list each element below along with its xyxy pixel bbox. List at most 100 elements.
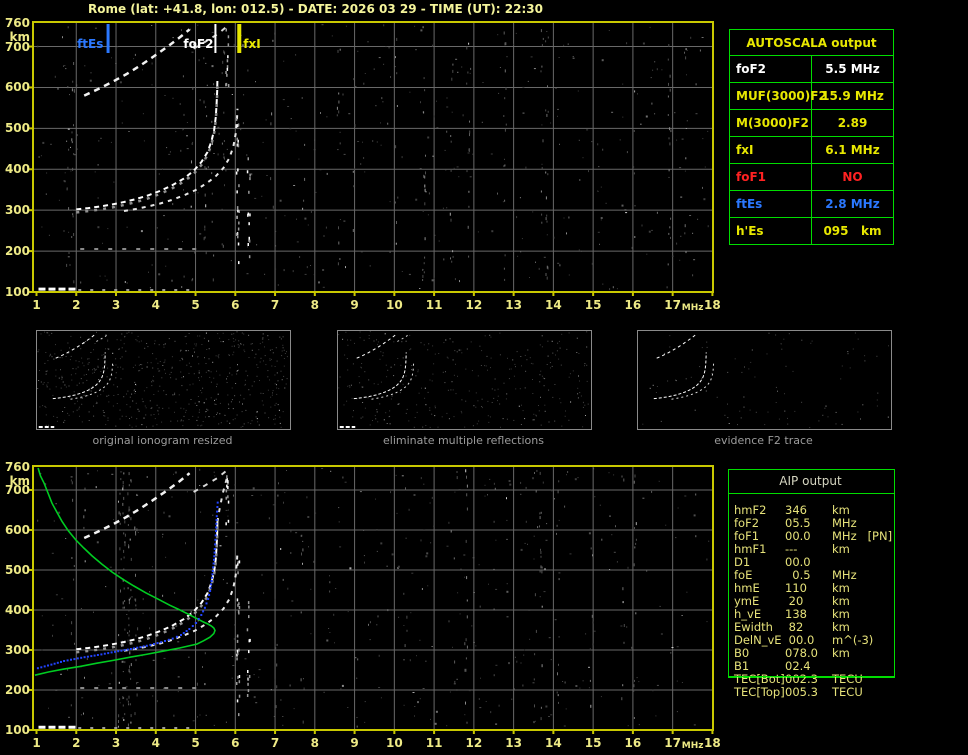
top-x-tick-12: 12 xyxy=(465,298,483,312)
thumbnail-caption-3: evidence F2 trace xyxy=(714,434,813,447)
top-x-tick-4: 4 xyxy=(151,298,160,312)
autoscala-param-label: ftEs xyxy=(730,191,812,217)
aip-param-unit: TECU xyxy=(832,672,863,686)
aip-param-label: D1 xyxy=(734,555,751,569)
autoscala-row-ftEs: ftEs 2.8 MHz xyxy=(730,191,893,218)
top-y-tick-200: 200 xyxy=(4,244,30,259)
aip-param-value: 346 xyxy=(785,503,807,517)
top-y-tick-760: 760 xyxy=(4,16,30,30)
bottom-x-tick-11: 11 xyxy=(425,736,443,750)
bottom-x-tick-16: 16 xyxy=(624,736,642,750)
aip-row-ymE: ymE 20 km xyxy=(734,594,964,608)
aip-param-value: 078.0 xyxy=(785,646,818,660)
aip-row-foF1: foF1 00.0 MHz [PN] xyxy=(734,529,964,543)
bottom-profile-plot xyxy=(29,465,714,734)
top-x-tick-15: 15 xyxy=(584,298,602,312)
aip-param-unit: MHz xyxy=(832,568,857,582)
autoscala-table-header: AUTOSCALA output xyxy=(730,30,893,56)
aip-param-value: 02.4 xyxy=(785,659,811,673)
top-x-tick-16: 16 xyxy=(624,298,642,312)
autoscala-param-label: M(3000)F2 xyxy=(730,110,812,136)
aip-param-value: 20 xyxy=(785,594,804,608)
top-x-tick-2: 2 xyxy=(72,298,81,312)
thumbnail-image-3 xyxy=(642,332,889,428)
autoscala-param-label: foF2 xyxy=(730,56,812,82)
aip-param-unit: km xyxy=(832,542,850,556)
top-x-tick-1: 1 xyxy=(32,298,41,312)
bottom-x-tick-7: 7 xyxy=(270,736,280,750)
autoscala-window: Rome (lat: +41.8, lon: 012.5) - DATE: 20… xyxy=(0,0,968,755)
top-y-tick-400: 400 xyxy=(4,162,30,177)
aip-param-label: foF2 xyxy=(734,516,760,530)
autoscala-param-label: h'Es xyxy=(730,218,812,244)
aip-param-label: hmE xyxy=(734,581,760,595)
bottom-x-unit: MHz xyxy=(681,741,704,751)
aip-param-label: hmF2 xyxy=(734,503,767,517)
thumbnail-caption-2: eliminate multiple reflections xyxy=(383,434,544,447)
bottom-x-tick-10: 10 xyxy=(385,736,403,750)
aip-param-unit: MHz [PN] xyxy=(832,529,893,543)
bottom-x-tick-5: 5 xyxy=(191,736,200,750)
bottom-x-tick-13: 13 xyxy=(505,736,522,750)
aip-param-value: 00.0 xyxy=(785,529,811,543)
thumbnail-caption-1: original ionogram resized xyxy=(92,434,233,447)
bottom-x-tick-14: 14 xyxy=(545,736,562,750)
aip-param-value: --- xyxy=(785,542,798,556)
aip-param-label: ymE xyxy=(734,594,760,608)
aip-param-unit: TECU xyxy=(832,685,863,699)
aip-param-value: 138 xyxy=(785,607,807,621)
aip-param-label: TEC[Top] xyxy=(734,685,785,699)
aip-param-value: 00.0 xyxy=(785,555,811,569)
autoscala-row-fxI: fxI 6.1 MHz xyxy=(730,137,893,164)
aip-row-B0: B0 078.0 km xyxy=(734,646,964,660)
aip-row-B1: B1 02.4 xyxy=(734,659,964,673)
top-y-unit: km xyxy=(9,30,30,44)
bottom-x-tick-8: 8 xyxy=(310,736,319,750)
autoscala-row-M(3000)F2: M(3000)F2 2.89 xyxy=(730,110,893,137)
bottom-x-tick-1: 1 xyxy=(32,736,41,750)
aip-param-value: 05.5 xyxy=(785,516,811,530)
thumbnail-2 xyxy=(337,330,592,430)
thumbnail-image-2 xyxy=(338,331,589,428)
bottom-y-tick-100: 100 xyxy=(4,723,30,737)
bottom-x-tick-6: 6 xyxy=(231,736,240,750)
top-x-unit: MHz xyxy=(681,303,704,313)
bottom-x-tick-17: 17 xyxy=(664,736,681,750)
autoscala-param-value: 5.5 MHz xyxy=(825,62,880,76)
bottom-y-tick-400: 400 xyxy=(4,603,30,617)
aip-header-divider xyxy=(728,493,894,494)
autoscala-param-label: fxI xyxy=(730,137,812,163)
aip-param-label: foF1 xyxy=(734,529,760,543)
bottom-y-tick-500: 500 xyxy=(4,563,30,577)
bottom-x-tick-3: 3 xyxy=(111,736,121,750)
aip-param-value: 82 xyxy=(785,620,804,634)
aip-param-label: h_vE xyxy=(734,607,762,621)
aip-param-label: B1 xyxy=(734,659,750,673)
aip-param-label: foE xyxy=(734,568,753,582)
top-y-tick-600: 600 xyxy=(4,80,30,95)
aip-row-hmE: hmE 110 km xyxy=(734,581,964,595)
aip-param-unit: km xyxy=(832,607,850,621)
aip-row-hmF1: hmF1 --- km xyxy=(734,542,964,556)
bottom-x-tick-12: 12 xyxy=(465,736,483,750)
top-x-tick-5: 5 xyxy=(191,298,200,312)
aip-table-header: AIP output xyxy=(779,474,842,488)
autoscala-output-table: AUTOSCALA output foF2 5.5 MHz MUF(3000)F2 1… xyxy=(729,29,894,245)
autoscala-row-foF1: foF1 NO xyxy=(730,164,893,191)
top-x-tick-10: 10 xyxy=(385,298,403,312)
aip-param-unit: MHz xyxy=(832,516,857,530)
aip-row-DelN_vE: DelN_vE 00.0 m^(-3) xyxy=(734,633,964,647)
bottom-x-tick-9: 9 xyxy=(350,736,359,750)
aip-row-foF2: foF2 05.5 MHz xyxy=(734,516,964,530)
aip-param-label: hmF1 xyxy=(734,542,767,556)
top-y-tick-300: 300 xyxy=(4,203,30,218)
aip-bottom-border xyxy=(728,676,894,677)
bottom-y-tick-760: 760 xyxy=(4,460,30,474)
calculated-trace xyxy=(36,501,219,670)
top-x-tick-13: 13 xyxy=(505,298,522,312)
autoscala-row-MUF(3000)F2: MUF(3000)F2 15.9 MHz xyxy=(730,83,893,110)
bottom-y-tick-300: 300 xyxy=(4,643,30,657)
aip-param-label: Ewidth xyxy=(734,620,773,634)
top-y-tick-100: 100 xyxy=(4,285,30,299)
aip-param-unit: m^(-3) xyxy=(832,633,874,647)
